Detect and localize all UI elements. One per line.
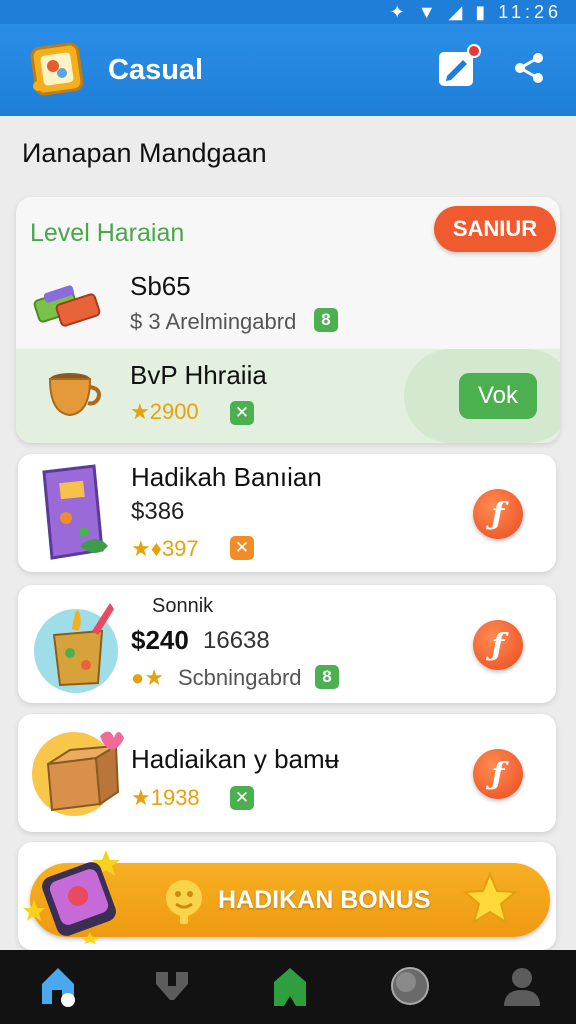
wallet-icon [23,850,120,944]
offer-price: $386 [131,498,185,525]
gift-pot-icon [34,603,118,693]
signal-icon: ✦ ▼ ◢ ▮ [389,2,490,22]
offer-title-extra: 16638 [203,627,270,654]
status-icons: ✦ ▼ ◢ ▮ 11:26 [390,2,562,23]
smile-coin-icon [166,880,202,924]
offer-card[interactable]: Hadiaikan y bamʉ ★1938 ✕ ƒ [18,714,556,832]
item-title: Sb65 [130,271,191,301]
app-bar: Casual [0,24,576,116]
claim-button[interactable]: ƒ [473,749,523,799]
item-badge: 8 [314,308,338,332]
home-icon [42,968,75,1007]
page-title: Иanapan Mandgaan [22,138,267,168]
star-icon [462,872,518,925]
app-title: Casual [108,54,204,86]
offer-price: ★1938 [131,785,200,810]
offer-badge: 8 [315,665,339,689]
offer-title: Hadiaikan y bamʉ [131,744,340,774]
notification-dot [467,44,481,58]
item-title: BvP Hhraiia [130,360,267,390]
section-label: Level Haraian [30,219,185,247]
cup-icon [48,373,101,417]
offer-title: $240 [131,625,189,655]
offer-badge: ✕ [230,786,254,810]
clock: 11:26 [498,2,562,22]
gift-box-icon [42,464,108,560]
offer-card[interactable]: Hadikah Banıian $386 ★♦397 ✕ ƒ [18,454,556,572]
nav-shop[interactable] [270,964,314,1008]
claim-button[interactable]: ƒ [473,620,523,670]
money-bundle-icon [33,285,101,327]
item-subtitle: $ 3 Arelmingabrd [130,309,297,334]
nav-swap[interactable] [152,964,196,1008]
offer-rating: ●★ [131,665,165,690]
nav-home[interactable] [38,964,82,1008]
watch-button[interactable]: Vok [459,373,537,419]
house-green-icon [274,968,306,1006]
daily-level-card: Level Haraian SANIUR Sb65 $ 3 Arelmingab… [16,197,560,443]
swap-icon [156,972,188,1000]
item-price: ★2900 [130,399,199,424]
share-icon [515,53,543,83]
app-logo [30,42,84,96]
offer-title: Hadikah Banıian [131,462,322,492]
start-button[interactable]: SANIUR [434,206,556,252]
claim-button[interactable]: ƒ [473,489,523,539]
offer-rating: ★♦397 [131,536,199,561]
globe-icon [391,967,429,1005]
parcel-box-icon [32,731,124,816]
nav-explore[interactable] [388,964,432,1008]
profile-icon [504,968,540,1006]
bottom-nav [0,950,576,1024]
offer-badge: ✕ [230,536,254,560]
offer-subtitle: Scbningabrd [178,665,302,690]
nav-profile[interactable] [500,964,544,1008]
item-badge: ✕ [230,401,254,425]
status-bar: ✦ ▼ ◢ ▮ 11:26 [0,0,576,24]
offer-subtitle-top: Sonnik [152,595,214,617]
bonus-label: HADIKAN BONUS [218,886,431,914]
offer-card[interactable]: Sonnik $240 16638 ●★ Scbningabrd 8 ƒ [18,585,556,703]
share-button[interactable] [510,48,554,92]
edit-button[interactable] [437,44,481,92]
